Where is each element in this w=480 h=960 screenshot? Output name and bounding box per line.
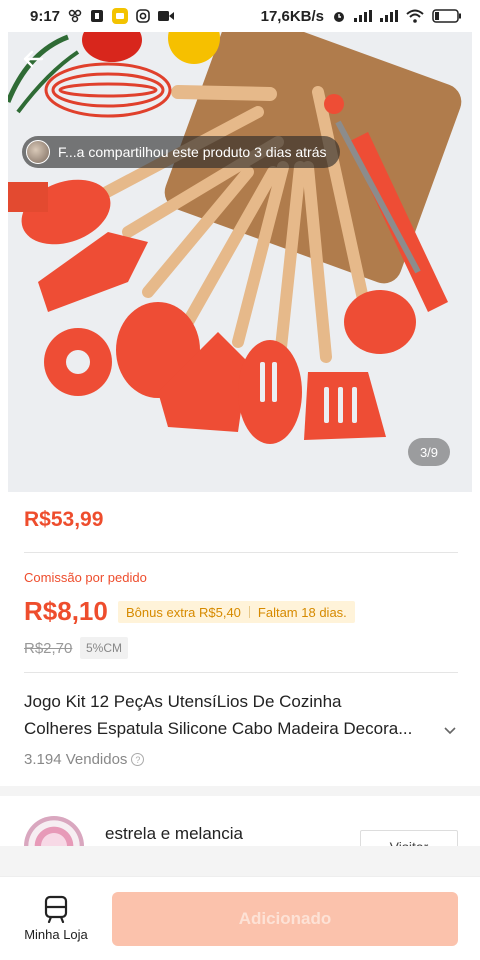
- help-icon[interactable]: ?: [131, 753, 145, 766]
- shop-avatar[interactable]: [24, 816, 84, 846]
- shop-name[interactable]: estrela e melancia: [105, 824, 243, 844]
- divider: [248, 606, 250, 618]
- status-bar: 9:17 17,6KB/s: [0, 0, 480, 32]
- commission-value: R$8,10: [24, 596, 108, 626]
- added-button[interactable]: Adicionado: [112, 892, 458, 946]
- sold-count-text: 3.194 Vendidos: [24, 751, 128, 768]
- section-separator: [0, 846, 480, 876]
- sold-count: 3.194 Vendidos ?: [24, 751, 145, 768]
- bottom-action-bar: Minha Loja Adicionado: [0, 876, 480, 960]
- wifi-icon: [406, 9, 424, 23]
- arrow-left-icon: [23, 50, 44, 68]
- back-button[interactable]: [22, 48, 56, 82]
- clock: 9:17: [30, 7, 61, 25]
- bonus-text: Bônus extra R$5,40: [126, 604, 241, 620]
- commission-label: Comissão por pedido: [24, 570, 147, 585]
- visit-shop-button[interactable]: Visitar: [360, 830, 458, 846]
- my-store-label: Minha Loja: [24, 927, 88, 942]
- shop-row[interactable]: estrela e melancia Visitar: [0, 796, 480, 846]
- section-separator: [0, 786, 480, 796]
- notification-icon: [90, 9, 104, 23]
- product-title-line-1: Jogo Kit 12 PeçAs UtensíLios De Cozinha: [24, 692, 342, 711]
- chevron-down-icon[interactable]: [442, 722, 458, 738]
- store-icon: [44, 895, 68, 923]
- commission-rate-badge: 5%CM: [80, 637, 129, 659]
- image-counter: 3/9: [408, 438, 450, 466]
- hub-icon: [68, 9, 82, 23]
- avatar: [26, 140, 50, 164]
- video-icon: [158, 10, 175, 22]
- divider: [24, 552, 458, 553]
- product-image-carousel[interactable]: F...a compartilhou este produto 3 dias a…: [8, 32, 472, 492]
- signal-icon: [380, 10, 398, 22]
- old-commission: R$2,70: [24, 640, 73, 657]
- instagram-icon: [136, 9, 150, 23]
- product-title-line-2: Colheres Espatula Silicone Cabo Madeira …: [24, 719, 413, 738]
- share-notice-text: F...a compartilhou este produto 3 dias a…: [58, 144, 327, 160]
- product-photo: [8, 32, 472, 492]
- bonus-remaining: Faltam 18 dias.: [257, 604, 347, 620]
- bonus-badge: Bônus extra R$5,40 Faltam 18 dias.: [118, 601, 355, 623]
- my-store-button[interactable]: Minha Loja: [16, 895, 96, 942]
- signal-icon: [354, 10, 372, 22]
- app-icon: [112, 8, 129, 24]
- network-speed: 17,6KB/s: [260, 7, 324, 25]
- share-notice: F...a compartilhou este produto 3 dias a…: [22, 136, 341, 168]
- battery-icon: [432, 9, 462, 23]
- alarm-icon: [332, 9, 346, 23]
- divider: [24, 672, 458, 673]
- product-price: R$53,99: [24, 508, 104, 531]
